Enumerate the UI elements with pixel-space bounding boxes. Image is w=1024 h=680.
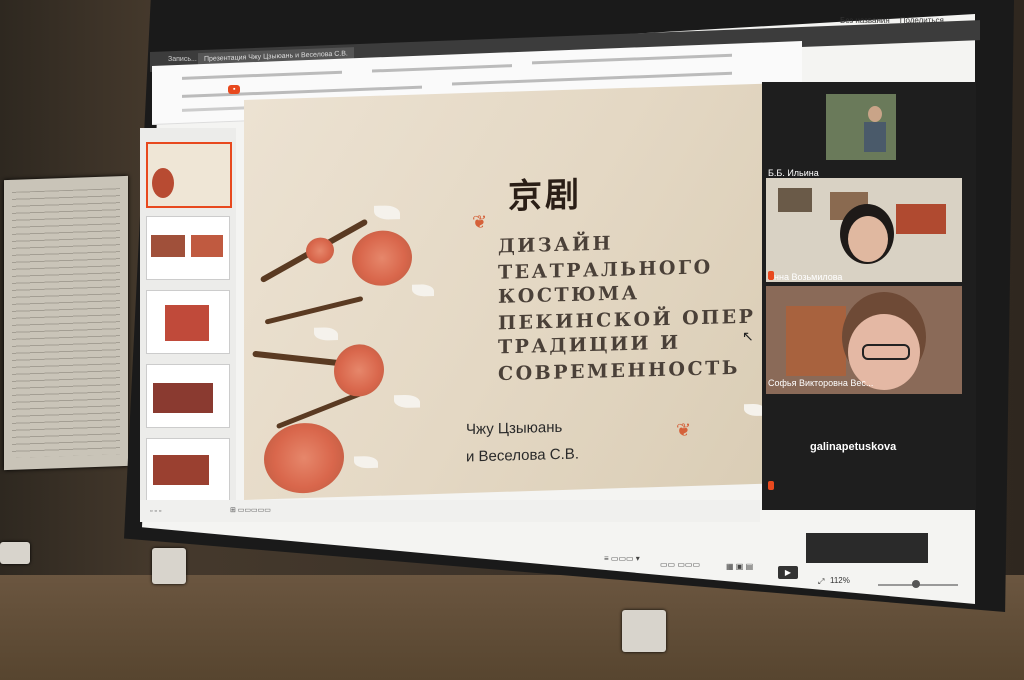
slide-thumbnail[interactable] [146, 438, 230, 502]
peony-flower [352, 229, 412, 287]
slide-author: Чжу Цзыюань [466, 418, 563, 439]
slide-thumbnail[interactable] [146, 216, 230, 280]
mic-muted-icon [768, 481, 774, 490]
participant-name: Софья Викторовна Вес... [768, 378, 874, 388]
participant-name: galinapetuskova [810, 441, 897, 453]
status-bar: ▫ ▫ ▫ ⊞ ▭▭▭▭▭ [140, 500, 760, 522]
butterfly-icon: ❦ [676, 420, 692, 440]
participant-video[interactable] [826, 94, 896, 160]
slide-title-chinese: 京剧 [508, 175, 582, 217]
zoom-level: 112% [830, 576, 850, 585]
slide-author: и Веселова С.В. [466, 445, 579, 466]
wall-socket [0, 542, 30, 564]
slide-thumbnail[interactable] [146, 290, 230, 354]
butterfly-icon: ❦ [472, 212, 488, 232]
fit-icon[interactable]: ⤢ [818, 577, 824, 587]
slide-title-line: КОСТЮМА [498, 282, 640, 308]
participant-video[interactable] [766, 178, 962, 282]
top-right-label[interactable]: Без названия [840, 16, 890, 25]
top-right-controls: Без названия Поделиться [840, 16, 944, 25]
slide-thumbnail[interactable] [146, 364, 230, 428]
participant-name: Анна Возьмилова [768, 272, 843, 282]
wall-socket [152, 548, 186, 584]
mouse-cursor-icon: ↖ [742, 328, 754, 344]
slide-thumbnail-panel [140, 128, 236, 518]
wall-notice-sheet [4, 175, 128, 471]
zoom-slider-knob[interactable] [912, 580, 920, 588]
peony-flower [264, 421, 344, 495]
dark-overlay-button [806, 533, 928, 563]
ribbon-tab-active[interactable]: ▪ [228, 85, 241, 94]
recording-label: Запись... [168, 56, 197, 63]
participant-name: Б.Б. Ильина [768, 168, 819, 178]
slide-title-line: ДИЗАЙН [498, 232, 613, 258]
peony-flower [334, 343, 384, 398]
wall-socket [622, 610, 666, 652]
play-slideshow-button[interactable]: ▶ [778, 566, 798, 579]
peony-flower [306, 237, 334, 265]
slide-thumbnail[interactable] [146, 142, 232, 208]
mic-muted-icon [768, 271, 774, 280]
share-button[interactable]: Поделиться [900, 16, 944, 25]
